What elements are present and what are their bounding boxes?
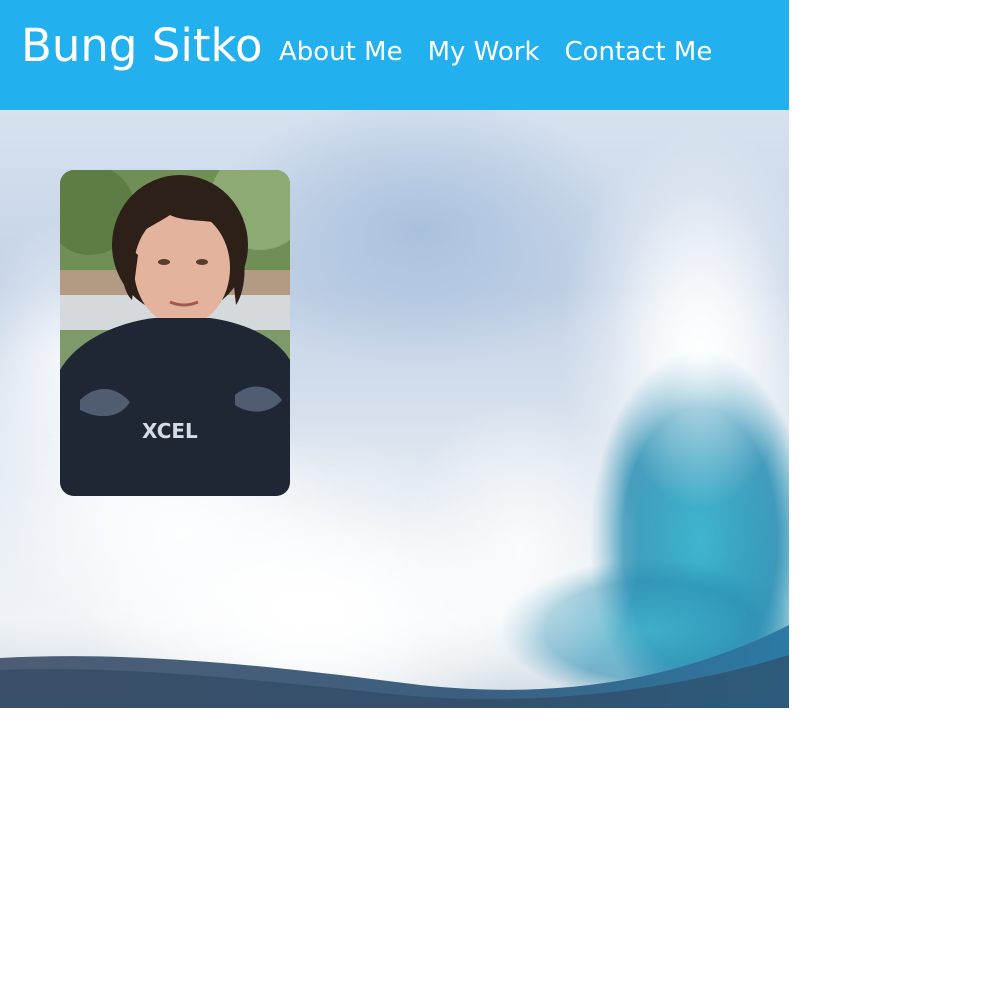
main-nav: About Me My Work Contact Me <box>279 32 712 72</box>
nav-link-about-me[interactable]: About Me <box>279 32 403 72</box>
site-header: Bung Sitko About Me My Work Contact Me <box>0 0 789 110</box>
site-title-link[interactable]: Bung Sitko <box>21 18 262 74</box>
nav-link-my-work[interactable]: My Work <box>428 32 540 72</box>
profile-photo: XCEL <box>60 170 290 496</box>
nav-link-contact-me[interactable]: Contact Me <box>565 32 713 72</box>
hero-background-image: XCEL <box>0 110 789 708</box>
shirt-logo-text: XCEL <box>142 419 198 443</box>
site-container: Bung Sitko About Me My Work Contact Me X… <box>0 0 789 708</box>
person-portrait-image: XCEL <box>60 170 290 496</box>
